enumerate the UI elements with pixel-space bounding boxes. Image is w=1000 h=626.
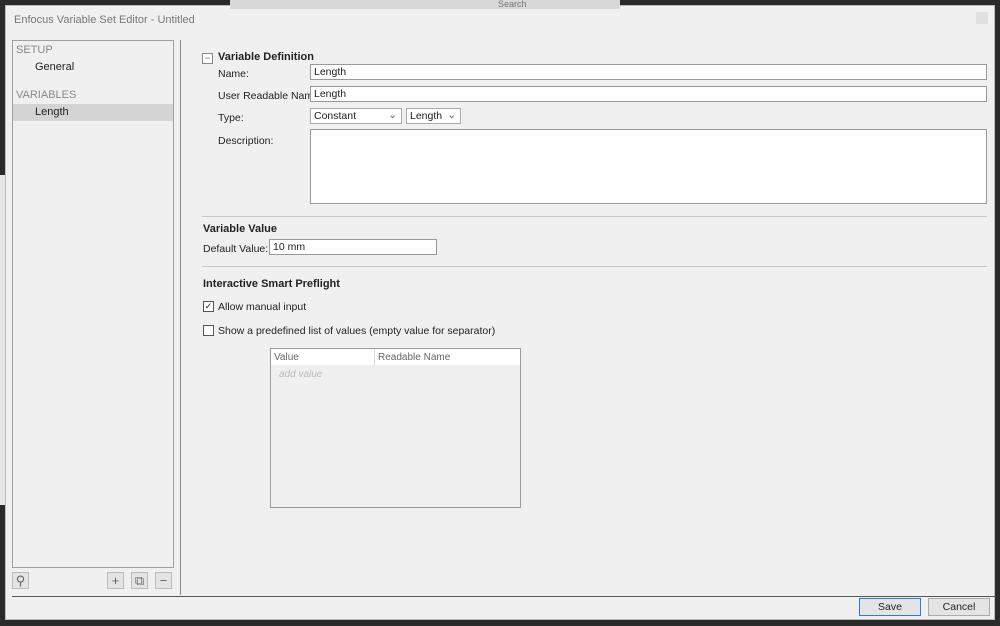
cancel-button[interactable]: Cancel: [928, 598, 990, 616]
table-header: Value Readable Name: [271, 349, 520, 366]
predefined-list-label: Show a predefined list of values (empty …: [218, 325, 496, 337]
section-title-preflight: Interactive Smart Preflight: [203, 278, 340, 290]
background-app-toolbar: Search: [230, 0, 620, 9]
type-select[interactable]: Constant ⌄: [310, 108, 402, 124]
add-variable-button[interactable]: +: [107, 572, 124, 589]
divider: [202, 266, 987, 267]
duplicate-icon[interactable]: ⧉: [131, 572, 148, 589]
chevron-down-icon: ⌄: [447, 109, 456, 121]
add-value-row[interactable]: add value: [271, 366, 520, 383]
allow-manual-label: Allow manual input: [218, 301, 307, 313]
sidebar: SETUP General VARIABLES Length: [12, 40, 174, 568]
column-header-readable-name: Readable Name: [378, 352, 451, 363]
remove-variable-button[interactable]: −: [155, 572, 172, 589]
column-header-value: Value: [271, 349, 375, 365]
sidebar-section-variables: VARIABLES: [16, 89, 77, 101]
allow-manual-checkbox[interactable]: ✓: [203, 301, 214, 312]
values-table: Value Readable Name add value: [270, 348, 521, 508]
close-button[interactable]: [976, 12, 988, 24]
description-input[interactable]: [310, 129, 987, 204]
collapse-icon[interactable]: −: [202, 53, 213, 64]
window-title: Enfocus Variable Set Editor - Untitled: [14, 14, 195, 26]
name-input[interactable]: Length: [310, 64, 987, 80]
search-icon[interactable]: ⚲: [12, 572, 29, 589]
divider: [12, 596, 996, 597]
type-label: Type:: [218, 112, 244, 124]
section-title-value: Variable Value: [203, 223, 277, 235]
description-label: Description:: [218, 135, 274, 147]
name-label: Name:: [218, 68, 249, 80]
background-search-label: Search: [498, 0, 527, 9]
readable-name-label: User Readable Name:: [218, 90, 322, 102]
default-value-input[interactable]: 10 mm: [269, 239, 437, 255]
chevron-down-icon: ⌄: [388, 109, 397, 121]
variable-set-editor-dialog: Enfocus Variable Set Editor - Untitled S…: [5, 5, 996, 620]
divider: [202, 216, 987, 217]
divider: [180, 40, 181, 595]
sidebar-item-general[interactable]: General: [13, 59, 173, 76]
sidebar-item-length[interactable]: Length: [13, 104, 173, 121]
readable-name-input[interactable]: Length: [310, 86, 987, 102]
type-value: Constant: [314, 110, 357, 122]
section-title-definition: Variable Definition: [218, 51, 314, 63]
sidebar-section-setup: SETUP: [16, 44, 53, 56]
subtype-value: Length: [410, 110, 443, 122]
subtype-select[interactable]: Length ⌄: [406, 108, 461, 124]
default-value-label: Default Value:: [203, 243, 269, 255]
predefined-list-checkbox[interactable]: [203, 325, 214, 336]
save-button[interactable]: Save: [859, 598, 921, 616]
